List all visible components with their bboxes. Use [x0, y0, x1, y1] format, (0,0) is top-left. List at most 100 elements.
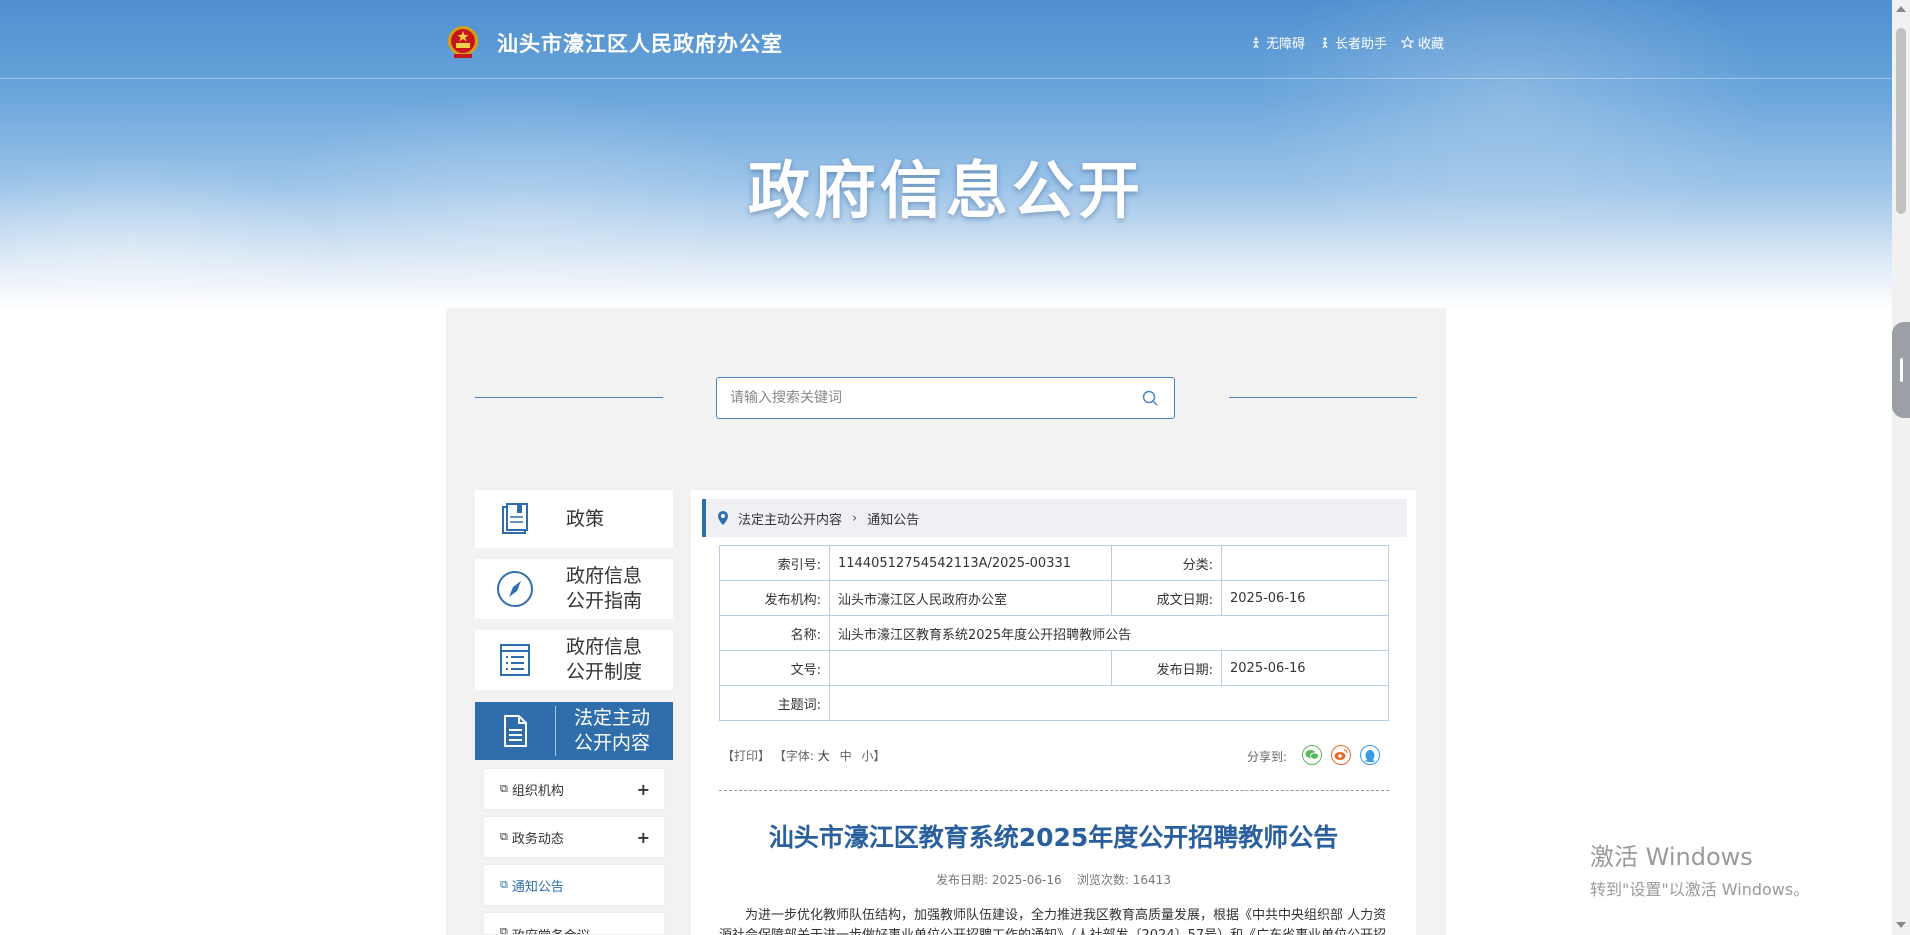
font-size-prefix: 【字体:	[773, 749, 814, 763]
breadcrumb-link[interactable]: 法定主动公开内容	[738, 509, 842, 528]
sub-item-notices[interactable]: ⧉ 通知公告	[483, 864, 665, 906]
sub-item-label: 政务动态	[511, 831, 564, 847]
nav-item-label: 公开制度	[566, 661, 643, 683]
scroll-down-arrow-icon[interactable]	[1896, 922, 1906, 928]
search-box	[716, 377, 1175, 419]
weibo-icon	[1334, 749, 1348, 760]
banner-title: 政府信息公开	[747, 154, 1144, 227]
font-medium-button[interactable]: 中	[840, 749, 852, 763]
article-views-label: 浏览次数:	[1076, 873, 1129, 887]
accessibility-label: 无障碍	[1266, 37, 1306, 52]
elder-assistant-icon	[1322, 37, 1328, 48]
meta-value: 11440512754542113A/2025-00331	[829, 545, 1112, 581]
topbar-divider	[0, 78, 1892, 79]
star-icon	[1401, 36, 1415, 49]
breadcrumb-current[interactable]: 通知公告	[867, 509, 919, 528]
policy-book-icon	[502, 503, 528, 534]
meta-label: 发布日期:	[1111, 650, 1222, 686]
nav-item-statutory-disclosure[interactable]: 法定主动 公开内容	[475, 702, 673, 760]
nav-item-label: 政府信息	[566, 636, 643, 658]
font-small-button[interactable]: 小	[861, 749, 873, 763]
article-meta: 发布日期: 2025-06-16 浏览次数: 16413	[691, 871, 1416, 888]
meta-value: 2025-06-16	[1221, 650, 1389, 686]
sub-item-executive-meeting[interactable]: ⧉ 政府常务会议	[483, 912, 665, 935]
search-input[interactable]	[717, 378, 1117, 418]
sub-item-label: 通知公告	[511, 879, 564, 895]
scrollbar-thumb[interactable]	[1896, 28, 1906, 214]
share-weibo-button[interactable]	[1331, 745, 1351, 765]
meta-value	[1221, 545, 1389, 581]
meta-label: 主题词:	[719, 685, 830, 721]
document-metadata-table: 索引号: 11440512754542113A/2025-00331 分类: 发…	[719, 545, 1389, 721]
search-decoration-line	[475, 397, 663, 398]
table-row: 索引号: 11440512754542113A/2025-00331 分类:	[719, 545, 1389, 581]
share-wechat-button[interactable]	[1302, 745, 1322, 765]
nav-item-label: 法定主动	[574, 707, 651, 729]
font-large-button[interactable]: 大	[818, 749, 830, 763]
top-links: 无障碍 长者助手 收藏	[1250, 33, 1444, 52]
meta-value	[829, 650, 1112, 686]
table-row: 发布机构: 汕头市濠江区人民政府办公室 成文日期: 2025-06-16	[719, 580, 1389, 616]
accessibility-icon	[1253, 37, 1259, 48]
document-icon	[504, 715, 527, 747]
document-copy-icon: ⧉	[500, 782, 508, 795]
search-icon[interactable]	[1142, 390, 1158, 406]
sub-item-government-news[interactable]: ⧉ 政务动态 +	[483, 816, 665, 858]
nav-item-disclosure-guide[interactable]: 政府信息 公开指南	[475, 559, 673, 619]
sub-item-label: 组织机构	[511, 783, 564, 799]
document-copy-icon: ⧉	[500, 925, 508, 935]
sub-item-organization[interactable]: ⧉ 组织机构 +	[483, 768, 665, 810]
meta-label: 索引号:	[719, 545, 830, 581]
document-copy-icon: ⧉	[500, 830, 508, 843]
favorite-label: 收藏	[1418, 37, 1445, 52]
nav-item-policy[interactable]: 政策	[475, 490, 673, 548]
sub-item-label: 政府常务会议	[512, 925, 590, 934]
activation-subtitle: 转到"设置"以激活 Windows。	[1590, 880, 1810, 899]
article-tools: 【打印】 【字体: 大 中 小】	[722, 747, 885, 764]
nav-item-label: 公开内容	[574, 732, 651, 754]
meta-value: 2025-06-16	[1221, 580, 1389, 616]
document-copy-icon: ⧉	[500, 878, 508, 891]
meta-label: 成文日期:	[1111, 580, 1222, 616]
meta-label: 名称:	[719, 615, 830, 651]
nav-item-label: 政府信息	[566, 565, 643, 587]
article-body: 为进一步优化教师队伍结构，加强教师队伍建设，全力推进我区教育高质量发展，根据《中…	[719, 908, 1387, 935]
location-pin-icon	[718, 511, 728, 525]
compass-icon	[497, 571, 533, 607]
meta-value	[829, 685, 1389, 721]
share-qq-button[interactable]	[1360, 745, 1380, 765]
activation-title: 激活 Windows	[1590, 843, 1753, 871]
scroll-up-arrow-icon[interactable]	[1896, 6, 1906, 12]
article-date: 2025-06-16	[991, 873, 1062, 887]
nav-item-label: 公开指南	[566, 590, 643, 612]
breadcrumb: 法定主动公开内容 › 通知公告	[702, 499, 1407, 537]
print-button[interactable]: 【打印】	[722, 749, 770, 763]
section-divider	[719, 790, 1389, 791]
side-drawer-handle[interactable]	[1892, 322, 1910, 418]
meta-value: 汕头市濠江区人民政府办公室	[829, 580, 1112, 616]
table-row: 主题词:	[719, 685, 1389, 721]
wechat-icon	[1305, 750, 1319, 760]
list-document-icon	[500, 644, 530, 676]
accessibility-link[interactable]: 无障碍	[1250, 33, 1305, 52]
table-row: 文号: 发布日期: 2025-06-16	[719, 650, 1389, 686]
qq-penguin-icon	[1365, 749, 1375, 762]
nav-item-disclosure-system[interactable]: 政府信息 公开制度	[475, 630, 673, 690]
national-emblem-icon	[448, 26, 478, 58]
meta-value: 汕头市濠江区教育系统2025年度公开招聘教师公告	[829, 615, 1389, 651]
meta-label: 分类:	[1111, 545, 1222, 581]
table-row: 名称: 汕头市濠江区教育系统2025年度公开招聘教师公告	[719, 615, 1389, 651]
favorite-link[interactable]: 收藏	[1401, 33, 1444, 52]
expand-plus-icon[interactable]: +	[637, 780, 650, 799]
font-size-suffix: 】	[873, 749, 886, 763]
article-title: 汕头市濠江区教育系统2025年度公开招聘教师公告	[768, 823, 1339, 852]
expand-plus-icon[interactable]: +	[637, 828, 650, 847]
meta-label: 文号:	[719, 650, 830, 686]
elder-assistant-link[interactable]: 长者助手	[1319, 33, 1387, 52]
article-date-label: 发布日期:	[936, 873, 989, 887]
share-label: 分享到:	[1247, 750, 1288, 764]
site-title[interactable]: 汕头市濠江区人民政府办公室	[497, 28, 783, 58]
elder-assistant-label: 长者助手	[1335, 37, 1388, 52]
meta-label: 发布机构:	[719, 580, 830, 616]
chevron-right-icon: ›	[852, 510, 858, 526]
